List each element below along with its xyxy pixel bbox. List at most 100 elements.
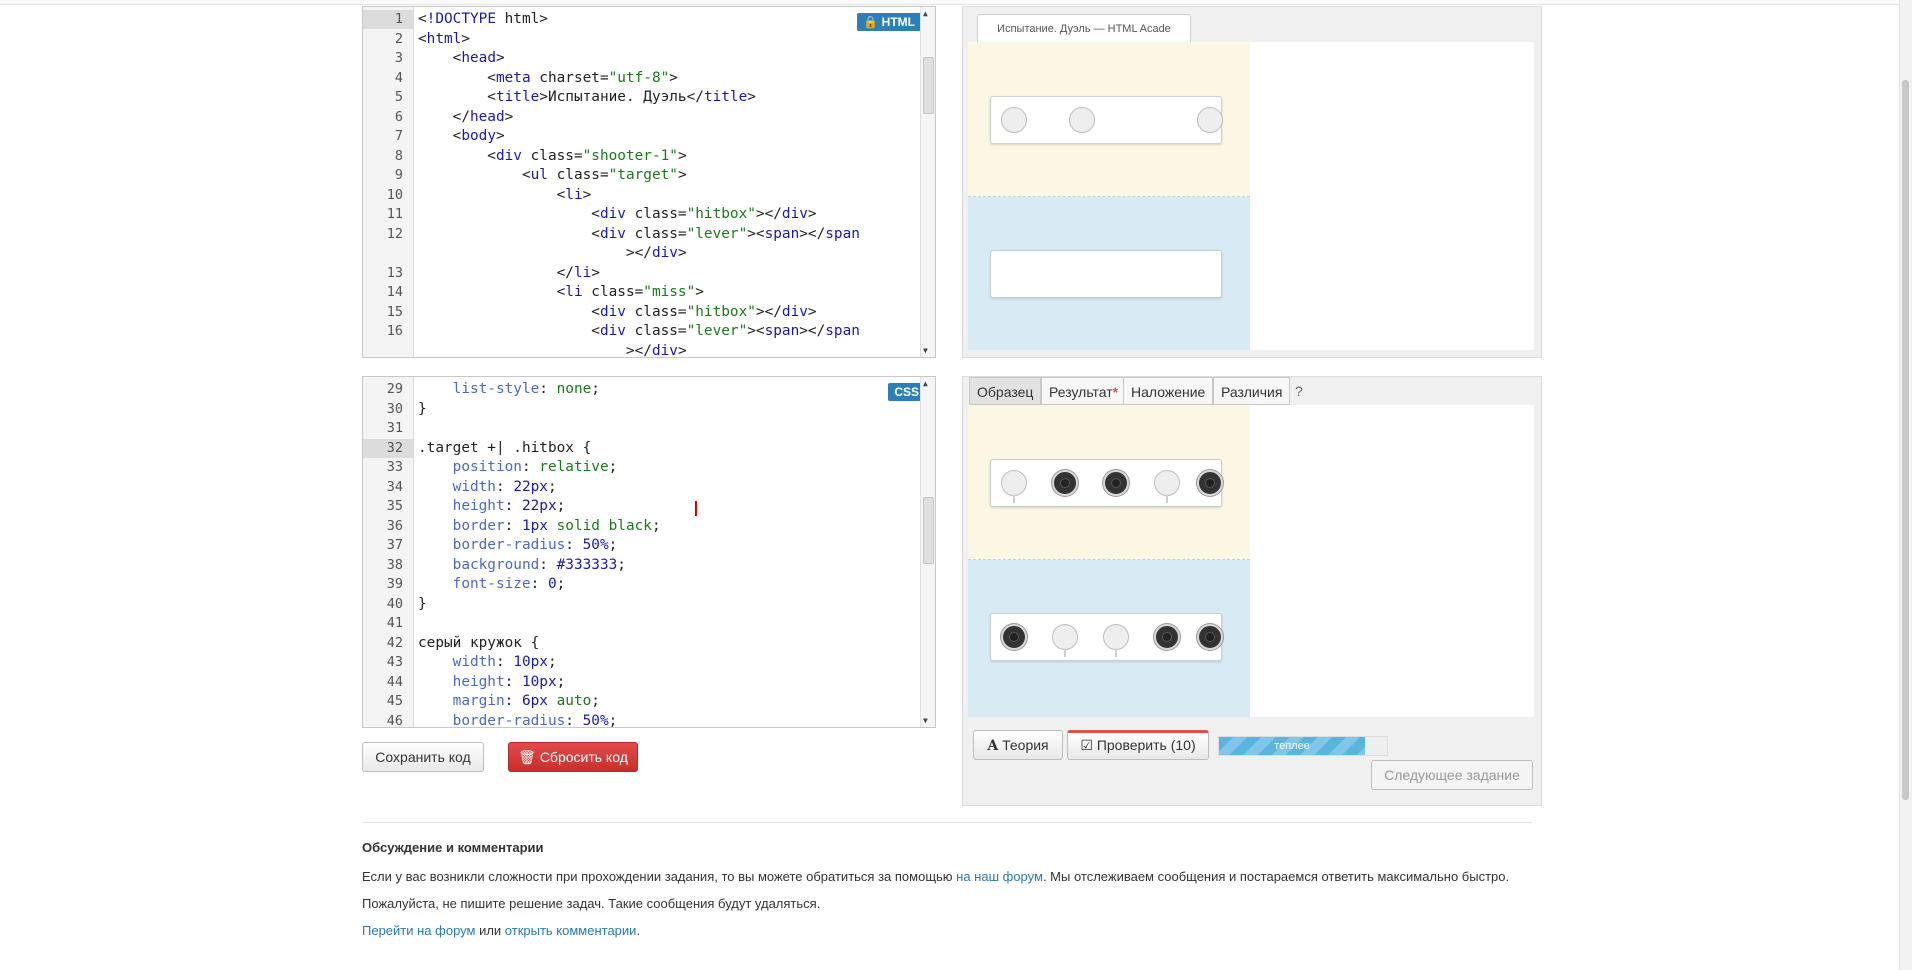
code-line[interactable]: 33 position: relative;	[363, 458, 921, 477]
code-text[interactable]: <div class="hitbox"></div>	[418, 303, 816, 322]
code-text[interactable]: <!DOCTYPE html>	[418, 10, 548, 29]
code-text[interactable]: <head>	[418, 49, 505, 68]
code-line[interactable]: 7 <body>	[363, 127, 921, 146]
code-line[interactable]: 36 border: 1px solid black;	[363, 517, 921, 536]
code-line[interactable]: ></div>	[363, 244, 921, 263]
scroll-up-icon[interactable]: ▲	[923, 379, 928, 388]
page-scroll-thumb[interactable]	[1902, 80, 1909, 800]
scroll-up-icon[interactable]: ▲	[923, 9, 928, 18]
code-line[interactable]: 9 <ul class="target">	[363, 166, 921, 185]
code-line[interactable]: 16 <div class="lever"><span></span	[363, 322, 921, 341]
check-icon: ☑	[1080, 737, 1093, 753]
html-code-editor[interactable]: 1 <!DOCTYPE html> 2 <html> 3 <head> 4 <meta c…	[362, 6, 936, 358]
code-line[interactable]: 34 width: 22px;	[363, 478, 921, 497]
code-text[interactable]: </head>	[418, 108, 514, 127]
line-number: 5	[394, 89, 403, 105]
line-number: 46	[386, 712, 403, 728]
code-text[interactable]: <title>Испытание. Дуэль</title>	[418, 88, 756, 107]
code-line[interactable]: 39 font-size: 0;	[363, 575, 921, 594]
tab-diff[interactable]: Различия	[1213, 377, 1291, 405]
code-text[interactable]: border: 1px solid black;	[418, 517, 661, 536]
check-button[interactable]: ☑ Проверить (10)	[1067, 730, 1209, 760]
code-text[interactable]: <li>	[418, 186, 592, 205]
code-line[interactable]: 6 </head>	[363, 108, 921, 127]
code-line[interactable]: 5 <title>Испытание. Дуэль</title>	[363, 88, 921, 107]
code-line[interactable]: 38 background: #333333;	[363, 556, 921, 575]
code-text[interactable]: <li class="miss">	[418, 283, 704, 302]
code-line[interactable]: 41	[363, 614, 921, 633]
code-text[interactable]: <div class="lever"><span></span	[418, 322, 860, 341]
code-text[interactable]: серый кружок {	[418, 634, 539, 653]
theory-button[interactable]: A Теория	[973, 730, 1063, 760]
code-text[interactable]: <div class="lever"><span></span	[418, 225, 860, 244]
code-line[interactable]: 45 margin: 6px auto;	[363, 692, 921, 711]
css-code-editor[interactable]: 29 list-style: none; 30} 31 32 .target +| .h…	[362, 376, 936, 728]
hitbox-dark-circle	[1103, 470, 1129, 496]
code-text[interactable]: width: 10px;	[418, 653, 557, 672]
code-text[interactable]: .target +| .hitbox {	[418, 439, 591, 458]
code-line[interactable]: 3 <head>	[363, 49, 921, 68]
code-text[interactable]: <div class="shooter-1">	[418, 147, 686, 166]
code-text[interactable]: width: 22px;	[418, 478, 557, 497]
page-scrollbar[interactable]	[1899, 0, 1912, 970]
code-line[interactable]: 37 border-radius: 50%;	[363, 536, 921, 555]
code-text[interactable]: position: relative;	[418, 458, 618, 477]
code-line[interactable]: 35 height: 22px;	[363, 497, 921, 516]
code-text[interactable]: margin: 6px auto;	[418, 692, 600, 711]
scroll-down-icon[interactable]: ▼	[923, 346, 928, 355]
html-editor-scrollbar[interactable]: ▲ ▼	[920, 7, 935, 357]
code-line[interactable]: 1 <!DOCTYPE html>	[363, 10, 921, 29]
code-line[interactable]: 8 <div class="shooter-1">	[363, 147, 921, 166]
code-line[interactable]: 43 width: 10px;	[363, 653, 921, 672]
css-editor-scrollbar[interactable]: ▲ ▼	[920, 377, 935, 727]
save-code-button[interactable]: Сохранить код	[362, 742, 484, 772]
code-line[interactable]: ></div>	[363, 342, 921, 358]
code-line[interactable]: 2 <html>	[363, 30, 921, 49]
code-text[interactable]: list-style: none;	[418, 380, 600, 399]
code-text[interactable]: <div class="hitbox"></div>	[418, 205, 816, 224]
code-line[interactable]: 10 <li>	[363, 186, 921, 205]
open-comments-link[interactable]: открыть комментарии	[505, 923, 637, 938]
code-line[interactable]: 30}	[363, 400, 921, 419]
next-task-button[interactable]: Следующее задание	[1371, 760, 1533, 790]
code-text[interactable]: ></div>	[418, 342, 687, 358]
reset-code-button[interactable]: 🗑 Сбросить код	[508, 742, 638, 772]
code-text[interactable]: ></div>	[418, 244, 687, 263]
code-line[interactable]: 42 серый кружок {	[363, 634, 921, 653]
tab-sample[interactable]: Образец	[969, 377, 1042, 405]
code-text[interactable]: background: #333333;	[418, 556, 626, 575]
code-text[interactable]: }	[418, 400, 427, 419]
code-text[interactable]: height: 22px;	[418, 497, 566, 516]
code-text[interactable]: </li>	[418, 264, 600, 283]
help-button[interactable]: ?	[1295, 377, 1303, 405]
code-text[interactable]: font-size: 0;	[418, 575, 566, 594]
code-text[interactable]: border-radius: 50%;	[418, 536, 618, 555]
code-line[interactable]: 14 <li class="miss">	[363, 283, 921, 302]
tab-result[interactable]: Результат*	[1041, 377, 1127, 405]
css-scroll-thumb[interactable]	[923, 497, 934, 564]
code-line[interactable]: 4 <meta charset="utf-8">	[363, 69, 921, 88]
tab-overlay[interactable]: Наложение	[1123, 377, 1214, 405]
code-text[interactable]: height: 10px;	[418, 673, 566, 692]
code-line[interactable]: 13 </li>	[363, 264, 921, 283]
code-line[interactable]: 11 <div class="hitbox"></div>	[363, 205, 921, 224]
code-line[interactable]: 40}	[363, 595, 921, 614]
code-line[interactable]: 46 border-radius: 50%;	[363, 712, 921, 728]
code-line[interactable]: 32 .target +| .hitbox {	[363, 438, 921, 458]
code-text[interactable]: border-radius: 50%;	[418, 712, 618, 728]
forum-link[interactable]: на наш форум	[956, 869, 1043, 884]
code-text[interactable]: }	[418, 595, 427, 614]
html-scroll-thumb[interactable]	[923, 57, 934, 114]
scroll-down-icon[interactable]: ▼	[923, 716, 928, 725]
code-line[interactable]: 15 <div class="hitbox"></div>	[363, 303, 921, 322]
code-text[interactable]: <ul class="target">	[418, 166, 687, 185]
code-text[interactable]: <meta charset="utf-8">	[418, 69, 678, 88]
go-to-forum-link[interactable]: Перейти на форум	[362, 923, 475, 938]
code-line[interactable]: 31	[363, 419, 921, 438]
code-line[interactable]: 12 <div class="lever"><span></span	[363, 225, 921, 244]
code-line[interactable]: 44 height: 10px;	[363, 673, 921, 692]
code-text[interactable]: <html>	[418, 30, 470, 49]
hitbox-dark-circle	[1154, 624, 1180, 650]
code-line[interactable]: 29 list-style: none;	[363, 380, 921, 399]
code-text[interactable]: <body>	[418, 127, 505, 146]
